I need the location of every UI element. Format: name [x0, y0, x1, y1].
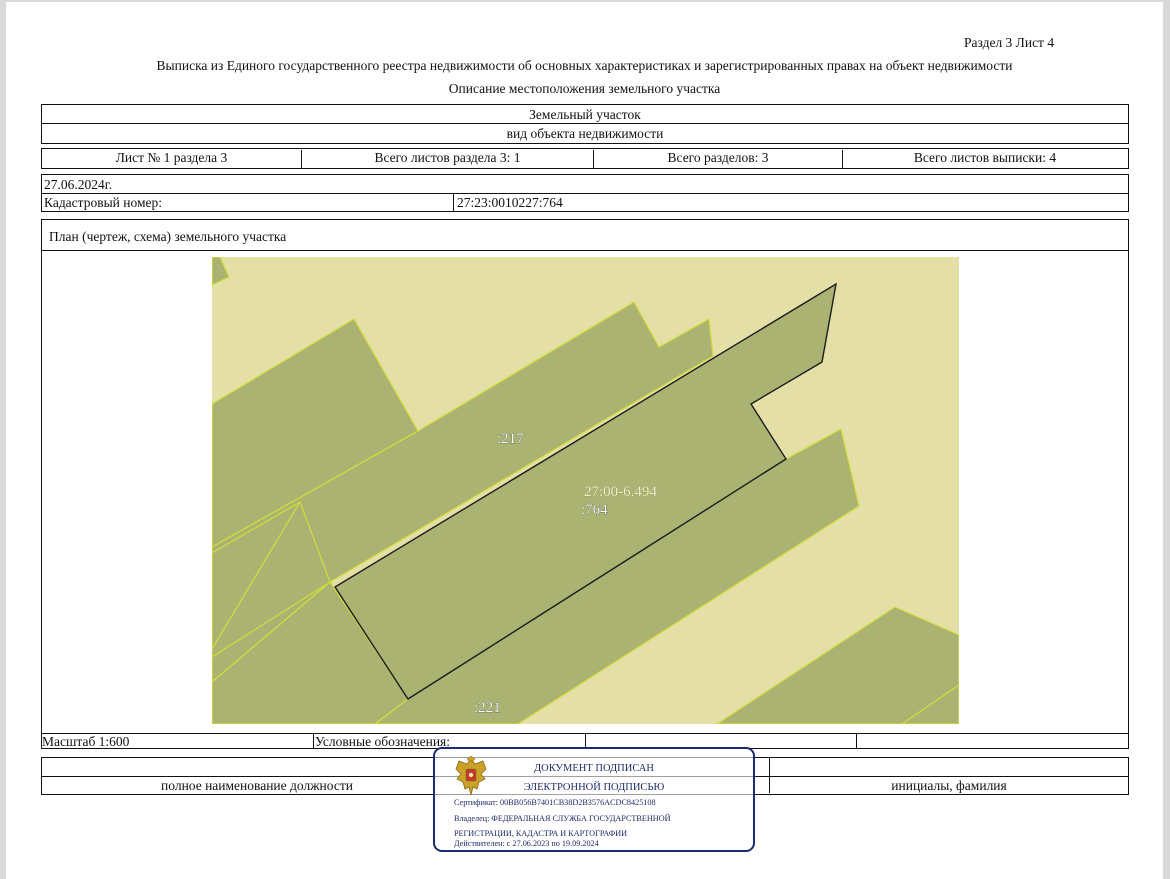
label-parcel-764: :764 — [581, 502, 608, 518]
plan-title: План (чертеж, схема) земельного участка — [49, 229, 287, 244]
cadastral-info-table: 27.06.2024г. Кадастровый номер: 27:23:00… — [41, 174, 1129, 212]
label-cadastral-quarter: 27:00-6.494 — [584, 484, 657, 500]
label-parcel-217: :217 — [497, 431, 524, 447]
scale-label: Масштаб 1:600 — [42, 734, 130, 749]
electronic-signature-stamp: ДОКУМЕНТ ПОДПИСАН ЭЛЕКТРОННОЙ ПОДПИСЬЮ С… — [433, 747, 755, 852]
cadastral-number-label: Кадастровый номер: — [44, 195, 163, 210]
extract-date: 27.06.2024г. — [44, 177, 113, 192]
object-type-caption: вид объекта недвижимости — [506, 126, 664, 141]
position-caption: полное наименование должности — [161, 778, 353, 793]
document-page: Раздел 3 Лист 4 Выписка из Единого госуд… — [6, 2, 1163, 879]
object-type-table: Земельный участок вид объекта недвижимос… — [41, 104, 1129, 144]
document-subtitle: Описание местоположения земельного участ… — [448, 81, 721, 96]
stamp-line2: ЭЛЕКТРОННОЙ ПОДПИСЬЮ — [523, 782, 665, 793]
stamp-owner-line1: Владелец: ФЕДЕРАЛЬНАЯ СЛУЖБА ГОСУДАРСТВЕ… — [454, 814, 671, 823]
legend-label: Условные обозначения: — [315, 734, 451, 749]
sheet-of-section: Лист № 1 раздела 3 — [115, 150, 228, 165]
section-sheet-label: Раздел 3 Лист 4 — [964, 35, 1055, 50]
total-section-sheets: Всего листов раздела 3: 1 — [301, 150, 593, 168]
document-title: Выписка из Единого государственного реес… — [156, 58, 1013, 73]
total-extract-sheets: Всего листов выписки: 4 — [842, 150, 1127, 168]
plan-section: План (чертеж, схема) земельного участка … — [41, 219, 1129, 749]
stamp-line1: ДОКУМЕНТ ПОДПИСАН — [534, 763, 654, 774]
cadastral-number-value: 27:23:0010227:764 — [457, 195, 563, 210]
initials-caption: инициалы, фамилия — [891, 778, 1007, 793]
stamp-owner-line2: РЕГИСТРАЦИИ, КАДАСТРА И КАРТОГРАФИИ — [454, 829, 628, 838]
stamp-certificate: Сертификат: 00BB056B7401CB38D2B3576ACDC8… — [454, 798, 656, 807]
cadastral-map: :217 27:00-6.494 :764 :221 — [212, 257, 959, 724]
label-parcel-221: :221 — [474, 700, 501, 716]
total-sections: Всего разделов: 3 — [593, 150, 842, 168]
stamp-valid: Действителен: с 27.06.2023 по 19.09.2024 — [454, 839, 599, 848]
object-type-value: Земельный участок — [529, 107, 641, 122]
sheets-info-row: Лист № 1 раздела 3 Всего листов раздела … — [41, 148, 1129, 169]
